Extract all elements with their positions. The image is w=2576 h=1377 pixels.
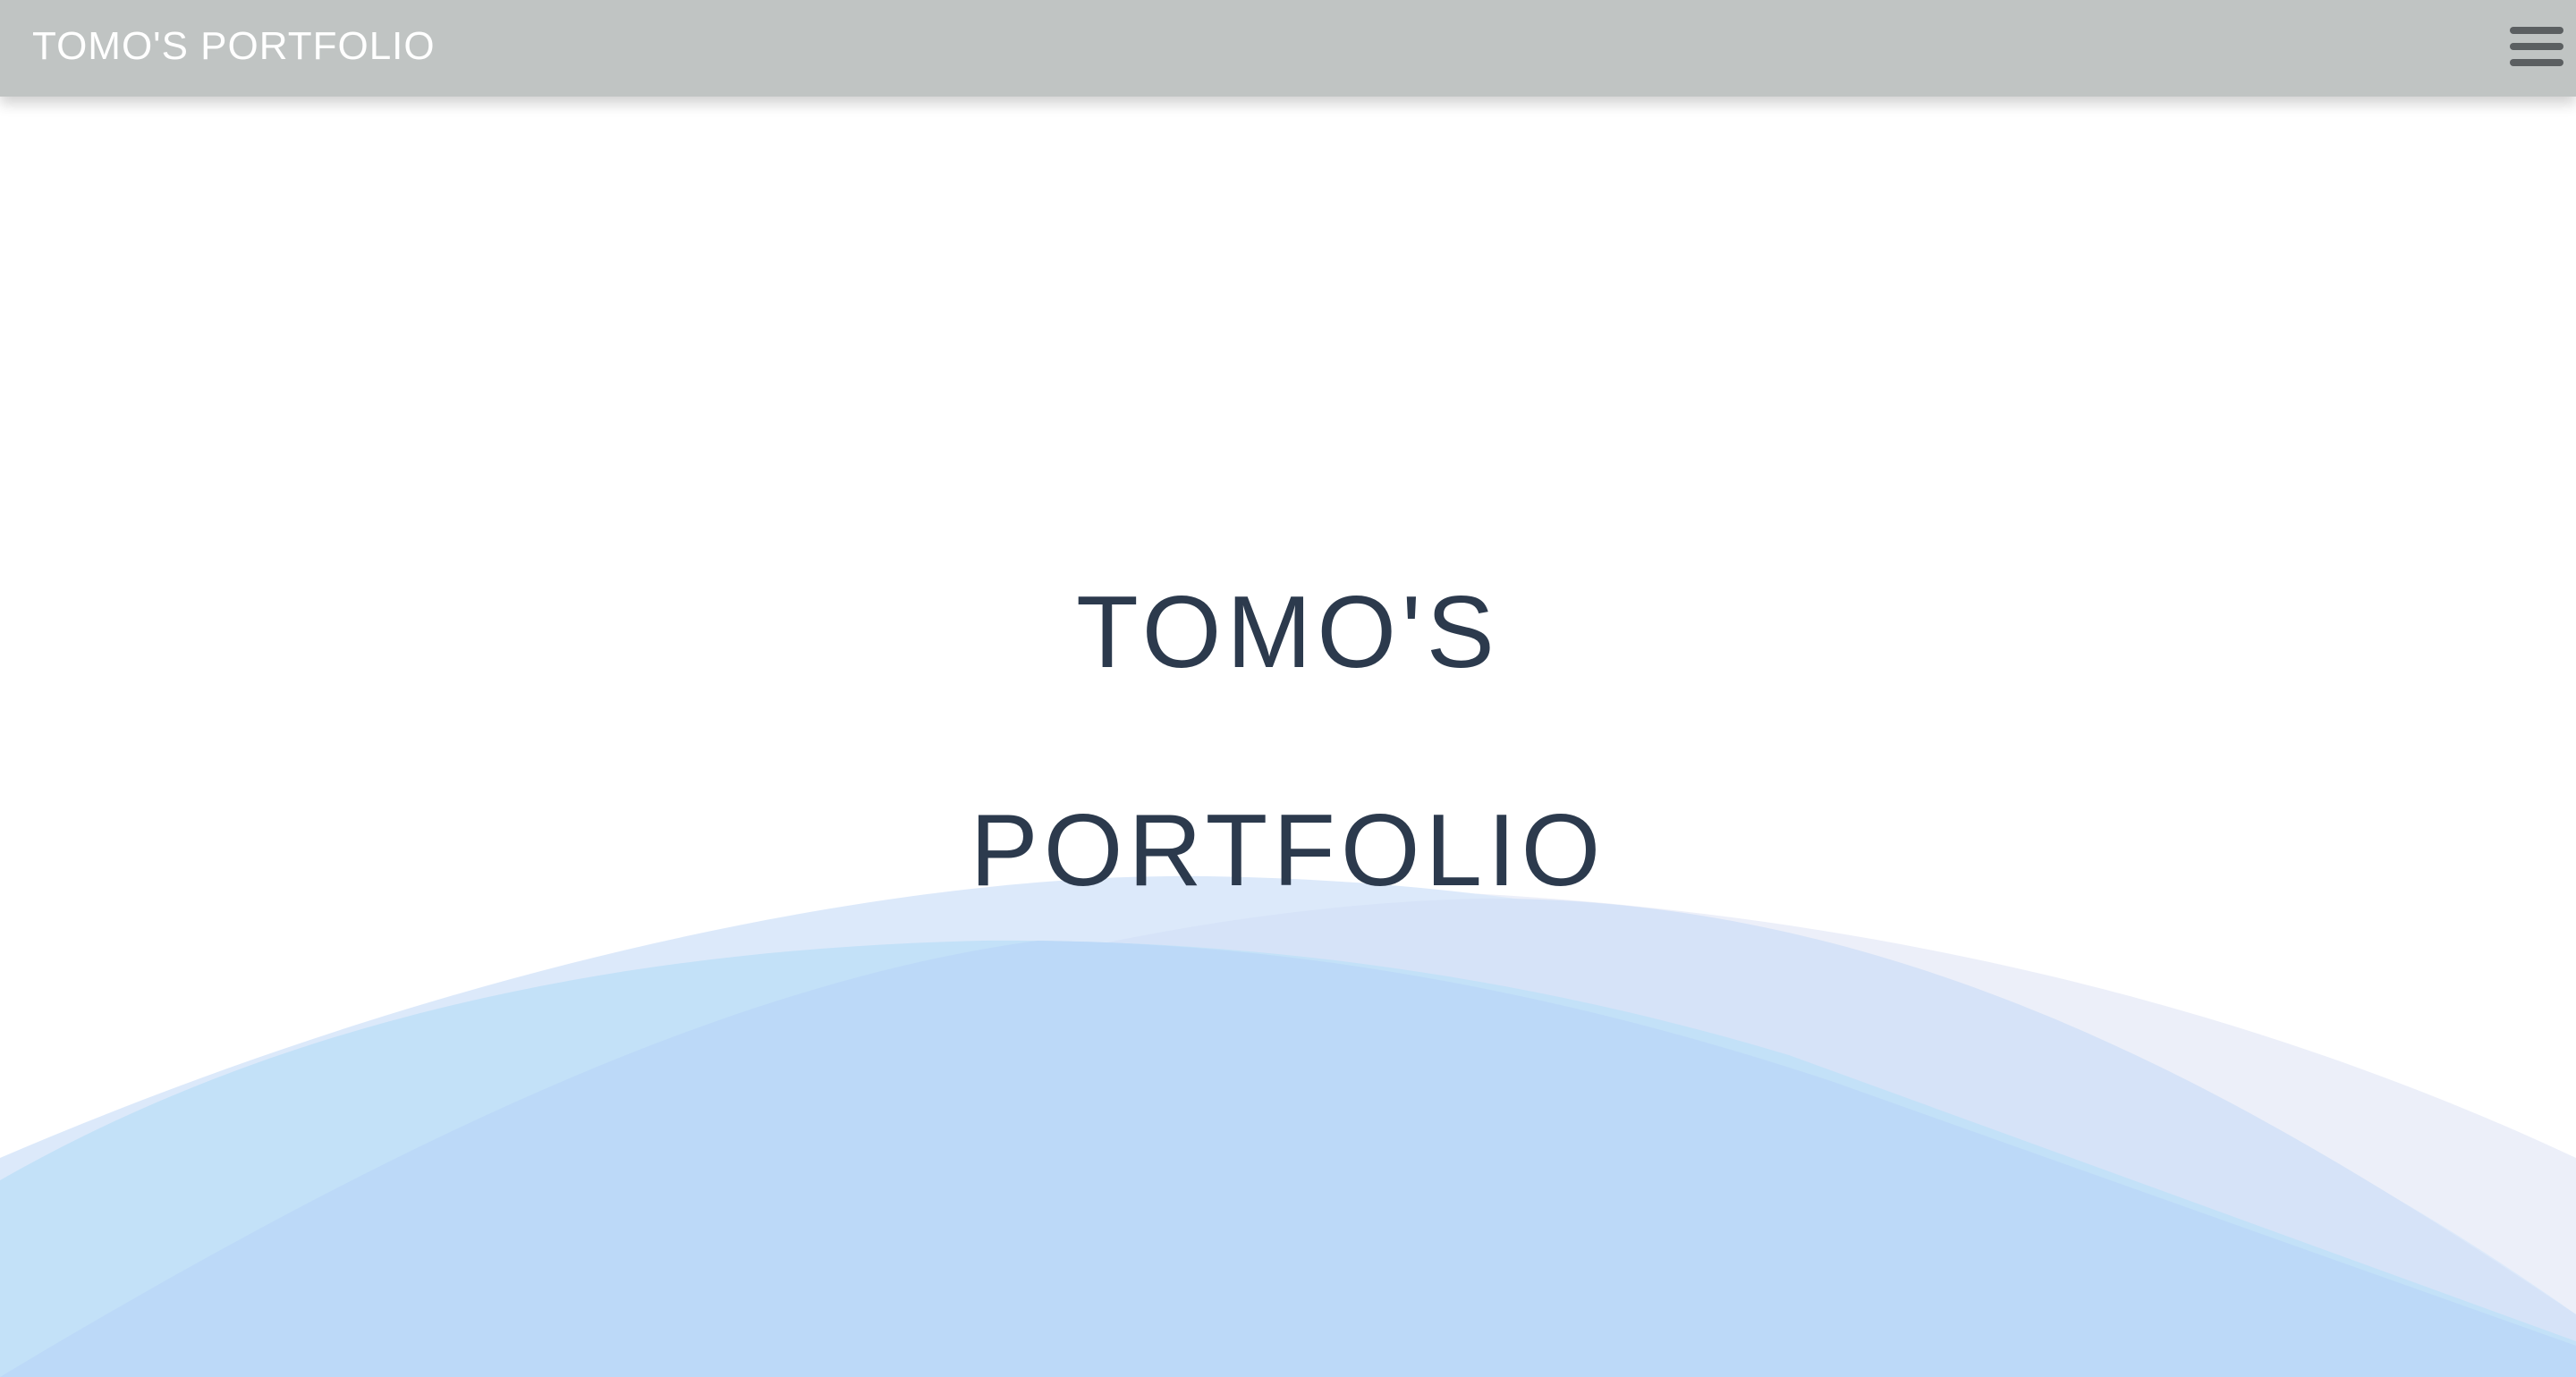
hero-title-line-1: TOMO'S bbox=[1076, 576, 1500, 689]
top-navigation-bar: TOMO'S PORTFOLIO bbox=[0, 0, 2576, 97]
site-brand-link[interactable]: TOMO'S PORTFOLIO bbox=[32, 20, 436, 73]
menu-bar-middle bbox=[2510, 43, 2563, 50]
hero-title-line-2: PORTFOLIO bbox=[970, 794, 1606, 908]
page: TOMO'S PORTFOLIO TOMO'S PORTFOLIO bbox=[0, 0, 2576, 1377]
menu-bar-bottom bbox=[2510, 59, 2563, 66]
hamburger-menu-icon[interactable] bbox=[2504, 20, 2569, 79]
menu-bar-top bbox=[2510, 27, 2563, 34]
